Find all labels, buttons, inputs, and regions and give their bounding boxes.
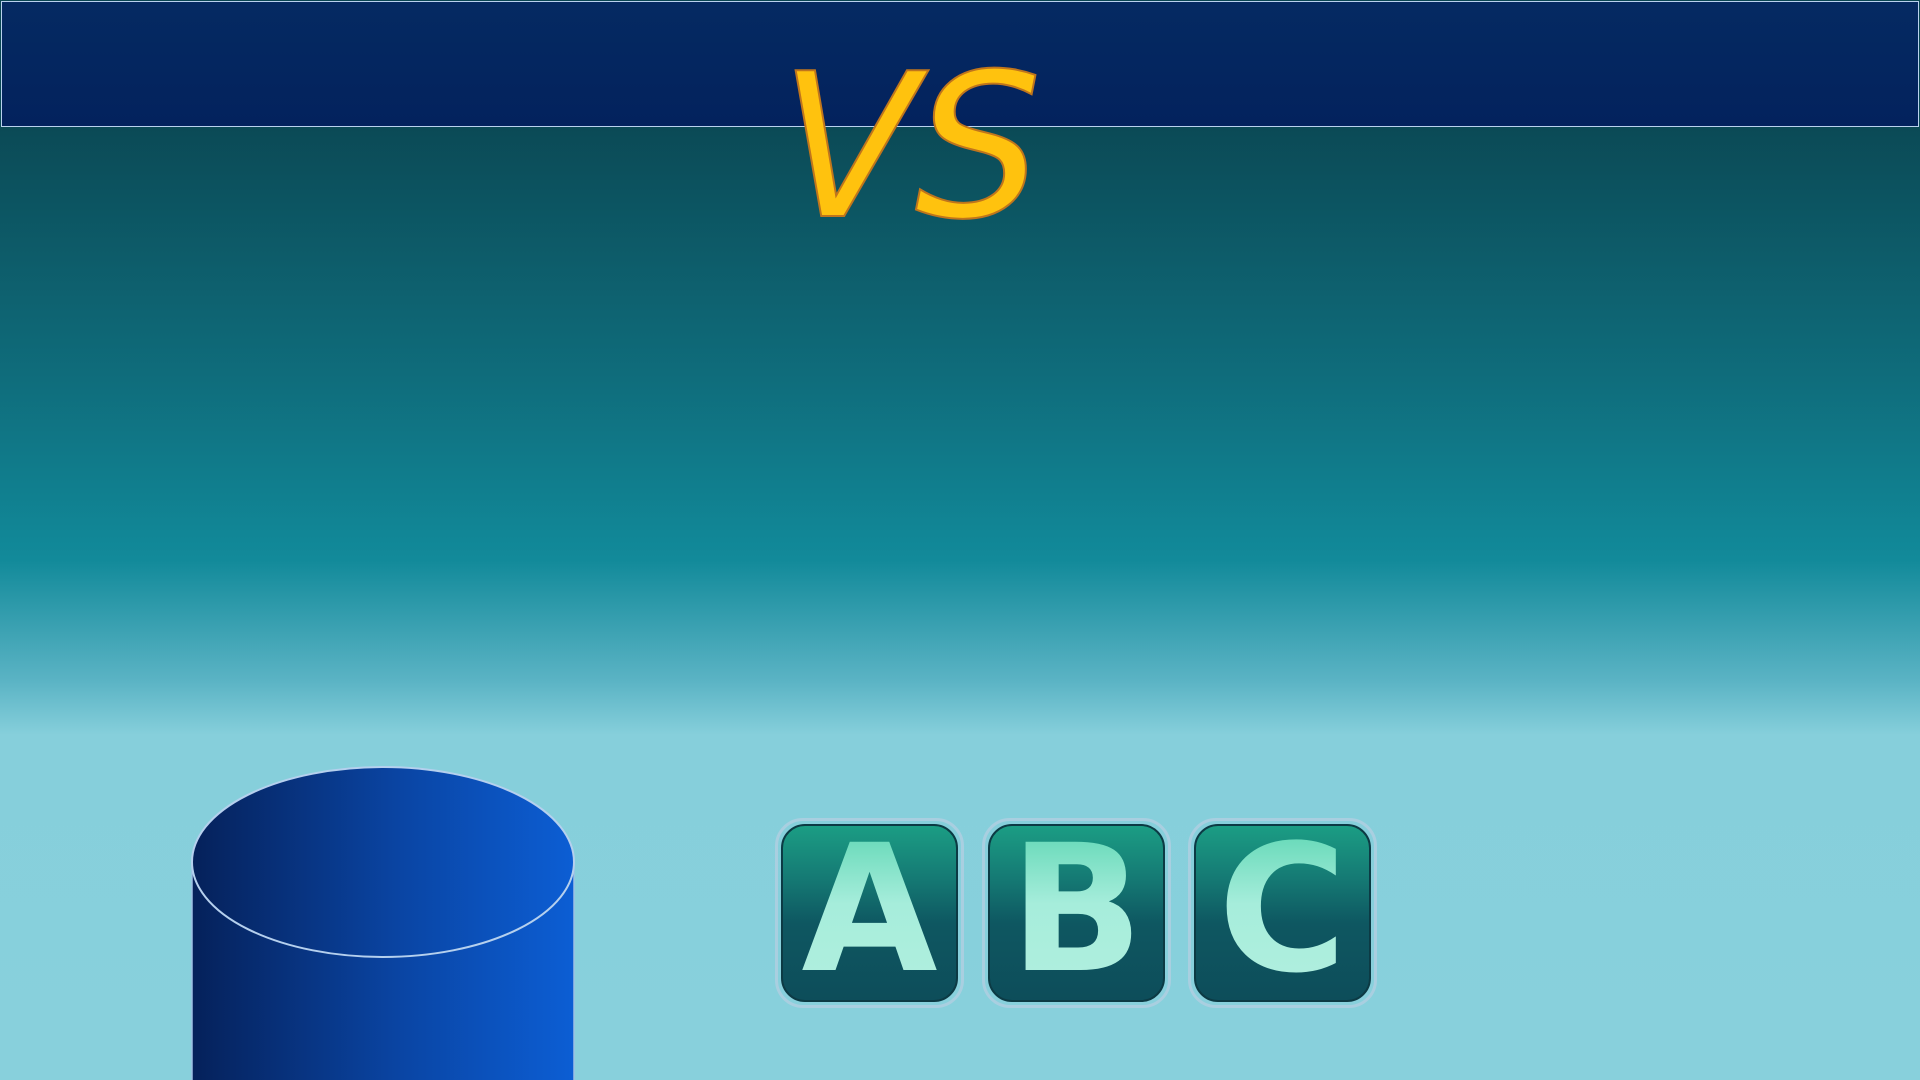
- letter-tile-c[interactable]: C: [1188, 818, 1377, 1008]
- letter-tile-label: A: [801, 807, 938, 1012]
- letter-tiles: A B C: [775, 818, 1380, 1008]
- cylinder-top: [191, 766, 575, 958]
- cylinder-container: [191, 766, 575, 1080]
- letter-tile-b[interactable]: B: [982, 818, 1171, 1008]
- versus-title: VS: [779, 31, 1043, 264]
- letter-tile-label: C: [1217, 807, 1348, 1012]
- letter-tile-a[interactable]: A: [775, 818, 964, 1008]
- letter-tile-label: B: [1009, 807, 1144, 1012]
